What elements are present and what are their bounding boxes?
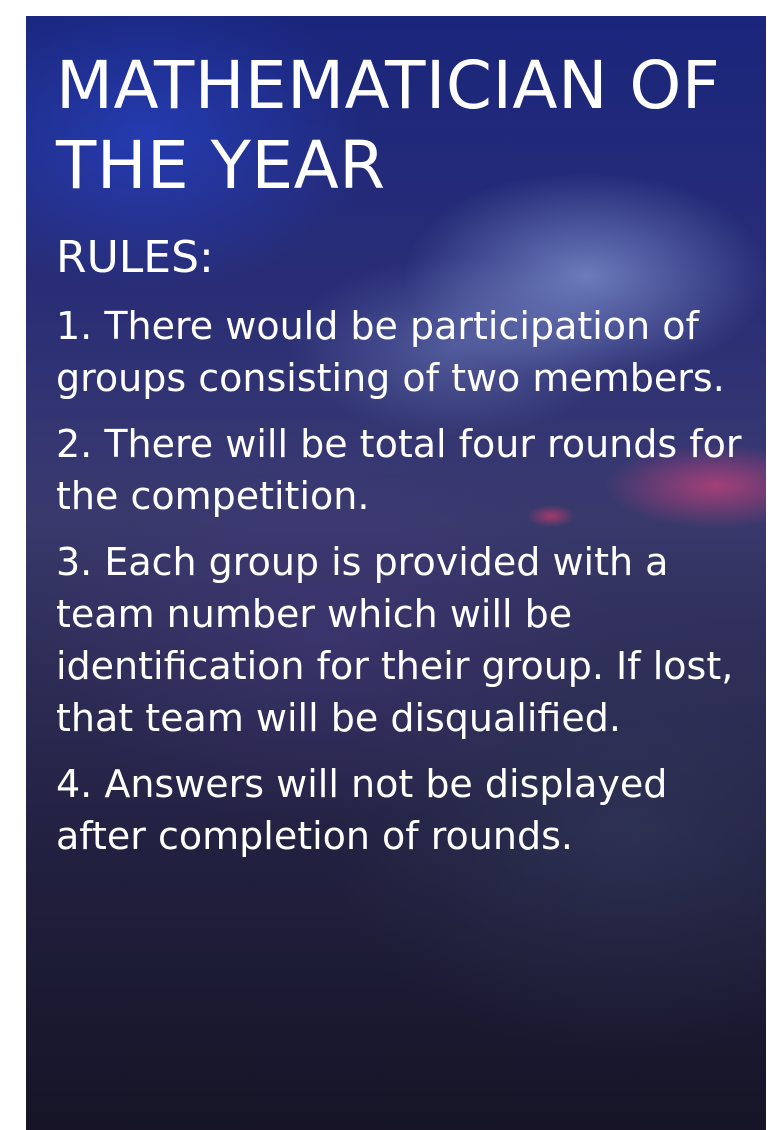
- poster-title: MATHEMATICIAN OF THE YEAR: [56, 47, 721, 204]
- rule-item-4: 4. Answers will not be displayed after c…: [56, 762, 668, 858]
- rule-item-1: 1. There would be participation of group…: [56, 304, 725, 400]
- rule-item-2: 2. There will be total four rounds for t…: [56, 422, 742, 518]
- poster: MATHEMATICIAN OF THE YEAR RULES: 1. Ther…: [26, 16, 766, 1130]
- poster-content: MATHEMATICIAN OF THE YEAR RULES: 1. Ther…: [56, 46, 746, 876]
- rule-item-3: 3. Each group is provided with a team nu…: [56, 540, 734, 740]
- rules-heading: RULES:: [56, 232, 214, 283]
